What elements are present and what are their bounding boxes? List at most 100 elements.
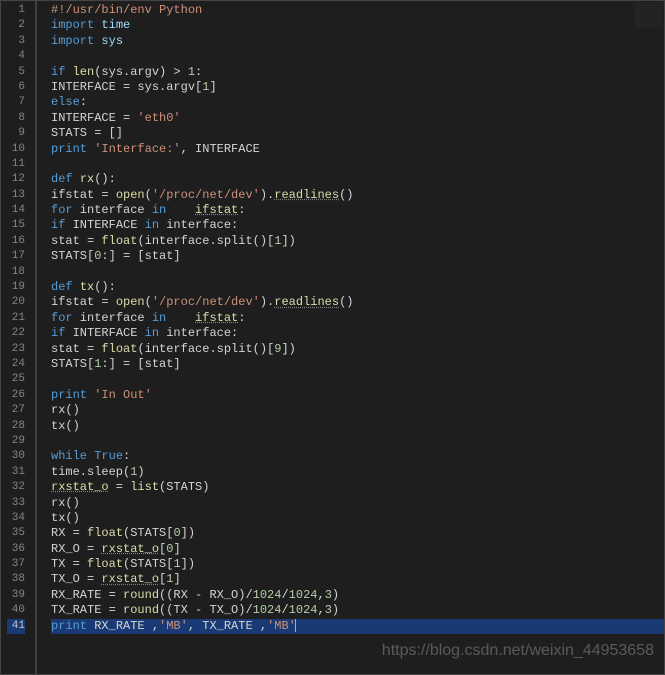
code-line[interactable]: time.sleep(1) — [51, 465, 664, 480]
code-line[interactable]: STATS[0:] = [stat] — [51, 249, 664, 264]
code-line[interactable]: TX_RATE = round((TX - TX_O)/1024/1024,3) — [51, 603, 664, 618]
token: import — [51, 18, 94, 32]
code-line[interactable]: tx() — [51, 511, 664, 526]
code-line[interactable]: INTERFACE = sys.argv[1] — [51, 80, 664, 95]
token: , INTERFACE — [181, 142, 260, 156]
token: 1 — [188, 65, 195, 79]
token: :] = [stat] — [101, 357, 180, 371]
line-number-gutter: 1234567891011121314151617181920212223242… — [1, 1, 37, 674]
code-line[interactable]: RX_O = rxstat_o[0] — [51, 542, 664, 557]
token: 1024 — [289, 588, 318, 602]
token: = — [109, 480, 131, 494]
token: 1 — [173, 557, 180, 571]
token: TX = — [51, 557, 87, 571]
token: INTERFACE — [65, 326, 144, 340]
code-line[interactable]: ifstat = open('/proc/net/dev').readlines… — [51, 188, 664, 203]
token: TX_RATE = — [51, 603, 123, 617]
token: True — [94, 449, 123, 463]
line-number: 10 — [7, 142, 25, 157]
code-line[interactable]: print 'Interface:', INTERFACE — [51, 142, 664, 157]
code-line[interactable]: if len(sys.argv) > 1: — [51, 65, 664, 80]
code-line[interactable]: import time — [51, 18, 664, 33]
line-number: 24 — [7, 357, 25, 372]
token: if — [51, 326, 65, 340]
code-line[interactable] — [51, 372, 664, 387]
code-line[interactable]: STATS[1:] = [stat] — [51, 357, 664, 372]
line-number: 15 — [7, 218, 25, 233]
code-line[interactable]: RX_RATE = round((RX - RX_O)/1024/1024,3) — [51, 588, 664, 603]
line-number: 26 — [7, 388, 25, 403]
token: for — [51, 203, 73, 217]
token: time.sleep( — [51, 465, 130, 479]
token: 3 — [325, 603, 332, 617]
minimap[interactable] — [635, 2, 663, 28]
token: in — [152, 203, 166, 217]
token: 1024 — [253, 603, 282, 617]
token — [73, 280, 80, 294]
token: ifstat — [195, 311, 238, 325]
code-line[interactable]: STATS = [] — [51, 126, 664, 141]
line-number: 5 — [7, 65, 25, 80]
token: RX = — [51, 526, 87, 540]
code-line[interactable]: while True: — [51, 449, 664, 464]
code-line[interactable]: if INTERFACE in interface: — [51, 326, 664, 341]
token: while — [51, 449, 87, 463]
token: (STATS) — [159, 480, 209, 494]
code-line[interactable]: #!/usr/bin/env Python — [51, 3, 664, 18]
code-line[interactable] — [51, 434, 664, 449]
token: (): — [94, 172, 116, 186]
code-line[interactable] — [51, 157, 664, 172]
code-line[interactable] — [51, 49, 664, 64]
code-line[interactable]: if INTERFACE in interface: — [51, 218, 664, 233]
token: time — [94, 18, 130, 32]
line-number: 3 — [7, 34, 25, 49]
code-line[interactable]: rx() — [51, 403, 664, 418]
code-area[interactable]: #!/usr/bin/env Pythonimport timeimport s… — [37, 1, 664, 674]
code-line[interactable]: tx() — [51, 419, 664, 434]
line-number: 41 — [7, 619, 25, 634]
token: in — [152, 311, 166, 325]
code-line[interactable]: print 'In Out' — [51, 388, 664, 403]
line-number: 6 — [7, 80, 25, 95]
token: float — [101, 342, 137, 356]
line-number: 12 — [7, 172, 25, 187]
token: float — [101, 234, 137, 248]
code-line[interactable]: stat = float(interface.split()[9]) — [51, 342, 664, 357]
token: / — [281, 588, 288, 602]
token: RX_O = — [51, 542, 101, 556]
token: 3 — [325, 588, 332, 602]
code-line[interactable] — [51, 265, 664, 280]
line-number: 18 — [7, 265, 25, 280]
token: rx() — [51, 496, 80, 510]
code-line[interactable]: rx() — [51, 496, 664, 511]
code-line[interactable]: RX = float(STATS[0]) — [51, 526, 664, 541]
code-line[interactable]: for interface in ifstat: — [51, 311, 664, 326]
token: def — [51, 280, 73, 294]
line-number: 29 — [7, 434, 25, 449]
code-line[interactable]: TX = float(STATS[1]) — [51, 557, 664, 572]
line-number: 1 — [7, 3, 25, 18]
code-line[interactable]: print RX_RATE ,'MB', TX_RATE ,'MB' — [51, 619, 664, 634]
code-line[interactable]: stat = float(interface.split()[1]) — [51, 234, 664, 249]
code-line[interactable]: import sys — [51, 34, 664, 49]
code-line[interactable]: def tx(): — [51, 280, 664, 295]
code-line[interactable]: else: — [51, 95, 664, 110]
code-editor[interactable]: 1234567891011121314151617181920212223242… — [1, 1, 664, 674]
token: else — [51, 95, 80, 109]
line-number: 20 — [7, 295, 25, 310]
code-line[interactable]: def rx(): — [51, 172, 664, 187]
token: 'MB' — [159, 619, 188, 633]
token: print — [51, 619, 87, 633]
code-line[interactable]: TX_O = rxstat_o[1] — [51, 572, 664, 587]
code-line[interactable]: INTERFACE = 'eth0' — [51, 111, 664, 126]
code-line[interactable]: rxstat_o = list(STATS) — [51, 480, 664, 495]
line-number: 4 — [7, 49, 25, 64]
token: tx() — [51, 419, 80, 433]
token: ((TX - TX_O)/ — [159, 603, 253, 617]
code-line[interactable]: for interface in ifstat: — [51, 203, 664, 218]
token: rx — [80, 172, 94, 186]
token: 'In Out' — [94, 388, 152, 402]
code-line[interactable]: ifstat = open('/proc/net/dev').readlines… — [51, 295, 664, 310]
token: stat = — [51, 342, 101, 356]
token: (STATS[ — [123, 557, 173, 571]
